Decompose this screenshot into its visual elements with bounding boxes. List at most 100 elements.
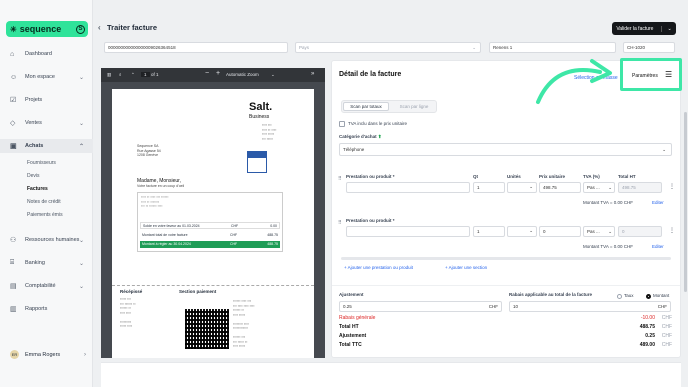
user-menu[interactable]: ER Emma Rogers ›: [10, 350, 86, 359]
sidebar-subitem-fournisseurs[interactable]: Fournisseurs: [27, 160, 56, 166]
chevron-up-icon: ⌃: [78, 143, 84, 150]
more-vertical-icon[interactable]: ⋮: [669, 227, 675, 234]
add-section-label: Ajouter une section: [448, 265, 488, 270]
zoom-select[interactable]: Automatic Zoom: [226, 72, 259, 77]
tva-included-label: TVA inclu dans le prix unitaire: [348, 121, 407, 126]
sidebar-item-rh[interactable]: ⚇ Ressources humaines ⌄: [0, 233, 93, 247]
col-qt: Qt: [473, 174, 478, 179]
adjust-input[interactable]: 0.25 CHF: [339, 301, 502, 312]
discount-input[interactable]: 10 CHF: [509, 301, 671, 312]
params-button[interactable]: Paramètres: [632, 73, 658, 79]
brand-logo[interactable]: ✳ sequence S: [6, 21, 88, 37]
summary-value: 0.00: [270, 224, 277, 228]
add-section-button[interactable]: + Ajouter une section: [445, 265, 487, 270]
reference-field[interactable]: 000000000000000009026364518: [104, 42, 288, 53]
summary-value: 488.75: [267, 242, 278, 246]
chevron-down-icon[interactable]: ⌄: [661, 25, 672, 32]
tva-included-checkbox[interactable]: [339, 121, 345, 127]
drag-handle-icon[interactable]: ⠿: [338, 176, 342, 182]
sidebar-item-achats[interactable]: ▣ Achats ⌃: [0, 139, 93, 153]
sidebar-item-banking[interactable]: ⌸ Banking ⌄: [0, 256, 93, 270]
adjust-total-currency: CHF: [661, 333, 672, 339]
tva-select[interactable]: Pas ... ⌄: [583, 226, 615, 237]
sidebar-item-label: Rapports: [25, 306, 48, 312]
chevron-down-icon: ⌄: [78, 120, 84, 127]
avatar: ER: [10, 350, 19, 359]
montant-radio[interactable]: [646, 294, 651, 299]
tva-value: Pas ...: [587, 185, 600, 190]
sidebar-item-label: Mon espace: [25, 74, 55, 80]
adjust-currency: CHF: [488, 304, 498, 309]
chevron-down-icon: ⌄: [608, 229, 612, 234]
pdf-toolbar: ▥ ⌕ ⌃ 1 of 1 − + Automatic Zoom ⌄ »: [101, 68, 325, 82]
addressee-line: Sequence SA: [137, 144, 159, 148]
summary-currency: CHF: [231, 224, 239, 228]
taux-radio[interactable]: [617, 294, 622, 299]
scan-mode-toggle: Scan par totaux Scan par ligne: [341, 100, 437, 113]
horizontal-scrollbar[interactable]: [341, 257, 671, 260]
sidebar-subitem-devis[interactable]: Devis: [27, 173, 40, 179]
pdf-summary-box: ▪▪▪▪ ▪▪ ▪▪▪▪ ▪▪▪ ▪▪▪▪▪▪ ▪▪▪▪ ▪▪ ▪▪▪▪▪▪▪ ▪▪…: [137, 192, 283, 252]
brand-name: sequence: [19, 24, 62, 34]
edit-link[interactable]: Editer: [652, 244, 664, 249]
category-select[interactable]: Téléphone ⌄: [339, 143, 672, 156]
params-highlight[interactable]: Paramètres ☰: [620, 58, 682, 91]
scan-line-button[interactable]: Scan par ligne: [392, 102, 436, 111]
back-arrow-icon[interactable]: ‹: [98, 23, 101, 32]
qty-input[interactable]: 1: [473, 182, 505, 193]
price-input[interactable]: 0: [539, 226, 581, 237]
tva-select[interactable]: Pas ... ⌄: [583, 182, 615, 193]
addressee-line: 1208 Genève: [137, 153, 159, 157]
chevron-right-icon: ›: [84, 351, 86, 358]
sidebar-item-label: Ventes: [25, 120, 42, 126]
more-tools-icon[interactable]: »: [311, 71, 314, 77]
receipt-title: Récépissé: [120, 289, 143, 294]
payment-section-title: Section paiement: [179, 289, 217, 294]
section-divider: [332, 285, 680, 286]
bag-icon: ▣: [10, 143, 17, 150]
sidebar-item-mon-espace[interactable]: ☺ Mon espace ⌄: [0, 70, 93, 84]
sidebar-item-projets[interactable]: ☑ Projets: [0, 93, 93, 107]
sidebar-item-rapports[interactable]: ▥ Rapports: [0, 302, 93, 316]
pdf-sub-greeting: Votre facture en un coup d'oeil: [137, 184, 185, 188]
country-select[interactable]: Pays ⌄: [295, 42, 481, 53]
chevron-down-icon: ⌄: [608, 185, 612, 190]
sidebar-subitem-notes-credit[interactable]: Notes de crédit: [27, 199, 61, 205]
pdf-viewer[interactable]: ▥ ⌕ ⌃ 1 of 1 − + Automatic Zoom ⌄ » Salt…: [101, 68, 325, 358]
sidebar-item-ventes[interactable]: ◇ Ventes ⌄: [0, 116, 93, 130]
zoom-in-icon[interactable]: +: [216, 70, 220, 77]
sidebar-subitem-factures[interactable]: Factures: [27, 186, 48, 192]
scan-total-button[interactable]: Scan par totaux: [343, 102, 389, 111]
units-select[interactable]: ⌄: [507, 182, 537, 193]
prestation-input[interactable]: [346, 226, 470, 237]
col-units: Unités: [507, 174, 521, 179]
chevron-down-icon: ⌄: [271, 72, 275, 77]
add-line-button[interactable]: + Ajouter une prestation ou produit: [344, 265, 413, 270]
vertical-scrollbar[interactable]: [684, 112, 687, 292]
postal-field[interactable]: CH-1020: [623, 42, 675, 53]
price-input[interactable]: 498.75: [539, 182, 581, 193]
prestation-input[interactable]: [346, 182, 470, 193]
sidebar-item-comptabilite[interactable]: ▤ Comptabilité ⌄: [0, 279, 93, 293]
search-icon[interactable]: ⌕: [119, 72, 122, 77]
sidebar-item-label: Dashboard: [25, 51, 52, 57]
chevron-down-icon: ⌄: [662, 147, 666, 152]
sidebar-toggle-icon[interactable]: ▥: [107, 72, 111, 78]
page-number-input[interactable]: 1: [141, 72, 150, 77]
validate-invoice-button[interactable]: Valider la facture ⌄: [612, 22, 676, 35]
drag-handle-icon[interactable]: ⠿: [338, 220, 342, 226]
sidebar-subitem-paiements[interactable]: Paiements émis: [27, 212, 63, 218]
menu-icon[interactable]: ☰: [665, 70, 672, 79]
edit-link[interactable]: Editer: [652, 200, 664, 205]
qty-input[interactable]: 1: [473, 226, 505, 237]
sidebar-item-dashboard[interactable]: ⌂ Dashboard: [0, 47, 93, 61]
arrow-up-icon: ⬆: [377, 134, 382, 139]
units-select[interactable]: ⌄: [507, 226, 537, 237]
zoom-out-icon[interactable]: −: [205, 70, 209, 77]
col-tva: TVA (%): [583, 174, 600, 179]
chevron-down-icon: ⌄: [78, 237, 84, 244]
page-prev-icon[interactable]: ⌃: [131, 72, 135, 78]
adjust-value: 0.25: [343, 304, 352, 309]
bottom-panel: [101, 362, 681, 387]
more-vertical-icon[interactable]: ⋮: [669, 183, 675, 190]
